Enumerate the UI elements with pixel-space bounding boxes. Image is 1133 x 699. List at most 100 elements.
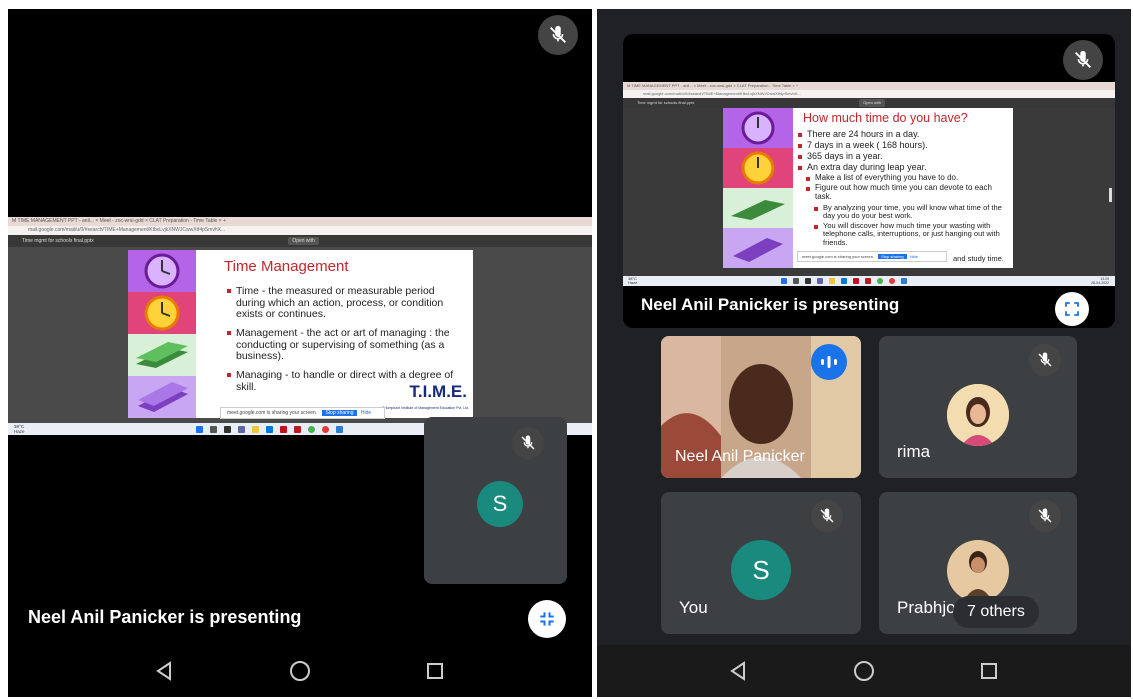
stop-sharing-button[interactable]: Stop sharing xyxy=(878,254,907,259)
browser-address-bar[interactable]: mail.google.com/mail/u/0/#search/TIME+Ma… xyxy=(8,226,592,235)
recents-square-icon xyxy=(426,663,443,679)
back-triangle-icon xyxy=(156,661,172,681)
screen-sharing-bar: meet.google.com is sharing your screen. … xyxy=(797,251,947,262)
slide-sub-sub-bullet: By analyzing your time, you will know wh… xyxy=(814,203,1005,221)
self-mic-off-icon xyxy=(811,500,843,532)
home-nav-button[interactable] xyxy=(280,651,320,691)
file-explorer-icon[interactable] xyxy=(829,278,835,284)
app-icon[interactable] xyxy=(294,426,301,433)
search-icon[interactable] xyxy=(210,426,217,433)
self-mic-off-icon xyxy=(512,427,544,459)
exit-fullscreen-button[interactable] xyxy=(528,600,566,638)
presentation-slide: Time Management Time - the measured or m… xyxy=(128,250,473,418)
time-logo-subtitle: Triumphant Institute of Management Educa… xyxy=(382,406,469,410)
time-logo: T.I.M.E. xyxy=(409,382,467,401)
stop-sharing-button[interactable]: Stop sharing xyxy=(322,410,357,416)
right-phone-screen: M TIME MANAGEMENT PPT - anil... × Meet -… xyxy=(597,9,1131,697)
chat-icon[interactable] xyxy=(817,278,823,284)
android-nav-bar xyxy=(8,645,592,697)
taskview-icon[interactable] xyxy=(805,278,811,284)
opera-icon[interactable] xyxy=(322,426,329,433)
home-nav-button[interactable] xyxy=(844,651,884,691)
self-avatar: S xyxy=(731,540,791,600)
home-circle-icon xyxy=(289,661,310,681)
office-icon[interactable] xyxy=(280,426,287,433)
search-icon[interactable] xyxy=(793,278,799,284)
word-icon[interactable] xyxy=(901,278,907,284)
slide-bullet: Time - the measured or measurable period… xyxy=(227,285,466,321)
presenter-muted-mic-off-icon xyxy=(538,15,578,55)
rima-avatar xyxy=(947,384,1009,446)
shared-screen[interactable]: M TIME MANAGEMENT PPT - anil... × Meet -… xyxy=(8,217,592,435)
chrome-icon[interactable] xyxy=(308,426,315,433)
slide-sub-bullet: Figure out how much time you can devote … xyxy=(806,183,1005,202)
prabhjot-avatar xyxy=(947,540,1009,602)
participant-tile-rima[interactable]: rima xyxy=(879,336,1077,478)
slide-bullet: 365 days in a year. xyxy=(798,151,883,161)
file-viewer-toolbar: Time mgmt for schools final.pptx Open wi… xyxy=(623,98,1115,108)
browser-address-bar[interactable]: mail.google.com/mail/u/0/#search/TIME+Ma… xyxy=(623,90,1115,98)
purple-clock-image xyxy=(128,250,196,292)
fullscreen-button[interactable] xyxy=(1055,292,1089,326)
slide-bullet: Management - the act or art of managing … xyxy=(227,327,466,363)
participant-name: Neel Anil Panicker xyxy=(675,448,805,465)
participant-tile-others[interactable]: Prabhjot 7 others xyxy=(879,492,1077,634)
open-with-button[interactable]: Open with xyxy=(288,237,319,245)
screen-sharing-bar: meet.google.com is sharing your screen. … xyxy=(220,407,385,419)
store-icon[interactable] xyxy=(266,426,273,433)
store-icon[interactable] xyxy=(841,278,847,284)
open-with-button[interactable]: Open with xyxy=(859,99,886,107)
doc-scrollbar[interactable] xyxy=(1109,188,1112,202)
file-explorer-icon[interactable] xyxy=(252,426,259,433)
app-icon[interactable] xyxy=(865,278,871,284)
weather-widget[interactable]: 38°C Haze xyxy=(14,424,25,434)
presenting-label: Neel Anil Panicker is presenting xyxy=(641,295,900,314)
hide-sharing-bar-button[interactable]: Hide xyxy=(910,254,918,259)
recents-nav-button[interactable] xyxy=(415,651,455,691)
others-count-button[interactable]: 7 others xyxy=(953,596,1039,628)
chat-icon[interactable] xyxy=(238,426,245,433)
android-nav-bar xyxy=(597,645,1131,697)
rima-mic-off-icon xyxy=(1029,344,1061,376)
left-phone-screen: M TIME MANAGEMENT PPT - anil... × Meet -… xyxy=(8,9,592,697)
sharing-message: meet.google.com is sharing your screen. xyxy=(227,410,318,416)
participant-tile-you[interactable]: S You xyxy=(661,492,861,634)
presenting-label: Neel Anil Panicker is presenting xyxy=(28,607,302,627)
self-video-tile[interactable]: S xyxy=(424,417,567,584)
slide-bullet: 7 days in a week ( 168 hours). xyxy=(798,140,928,150)
presentation-slide: How much time do you have? There are 24 … xyxy=(723,108,1013,268)
shared-screen[interactable]: M TIME MANAGEMENT PPT - anil... × Meet -… xyxy=(623,82,1115,286)
yellow-clock-image xyxy=(723,148,793,188)
chrome-icon[interactable] xyxy=(877,278,883,284)
prabhjot-mic-off-icon xyxy=(1029,500,1061,532)
speaking-indicator-icon xyxy=(811,344,847,380)
file-viewer-toolbar: Time mgmt for schools final.pptx Open wi… xyxy=(8,235,592,247)
document-background: How much time do you have? There are 24 … xyxy=(623,108,1115,276)
opera-icon[interactable] xyxy=(889,278,895,284)
browser-tab-strip[interactable]: M TIME MANAGEMENT PPT - anil... × Meet -… xyxy=(8,217,592,226)
slide-sub-bullet: Make a list of everything you have to do… xyxy=(806,173,1005,183)
hide-sharing-bar-button[interactable]: Hide xyxy=(361,410,371,416)
start-icon[interactable] xyxy=(196,426,203,433)
taskview-icon[interactable] xyxy=(224,426,231,433)
green-books-image xyxy=(723,188,793,228)
presenter-muted-mic-off-icon xyxy=(1063,40,1103,80)
clock-images xyxy=(723,108,793,268)
weather-widget[interactable]: 38°C Haze xyxy=(628,277,637,285)
slide-bullet: There are 24 hours in a day. xyxy=(797,129,920,139)
back-nav-button[interactable] xyxy=(145,651,185,691)
slide-bullet: An extra day during leap year. xyxy=(798,162,927,172)
back-nav-button[interactable] xyxy=(719,651,759,691)
system-clock[interactable]: 13:20 28-04-2022 xyxy=(1091,277,1109,285)
file-name: Time mgmt for schools final.pptx xyxy=(22,238,94,244)
expand-icon xyxy=(1065,302,1079,316)
recents-square-icon xyxy=(980,663,997,679)
browser-tab-strip[interactable]: M TIME MANAGEMENT PPT - anil... × Meet -… xyxy=(623,82,1115,90)
office-icon[interactable] xyxy=(853,278,859,284)
presentation-tile[interactable]: M TIME MANAGEMENT PPT - anil... × Meet -… xyxy=(623,34,1115,328)
participant-tile-neel[interactable]: Neel Anil Panicker xyxy=(661,336,861,478)
start-icon[interactable] xyxy=(781,278,787,284)
recents-nav-button[interactable] xyxy=(969,651,1009,691)
word-icon[interactable] xyxy=(336,426,343,433)
sharing-message: meet.google.com is sharing your screen. xyxy=(802,254,875,259)
